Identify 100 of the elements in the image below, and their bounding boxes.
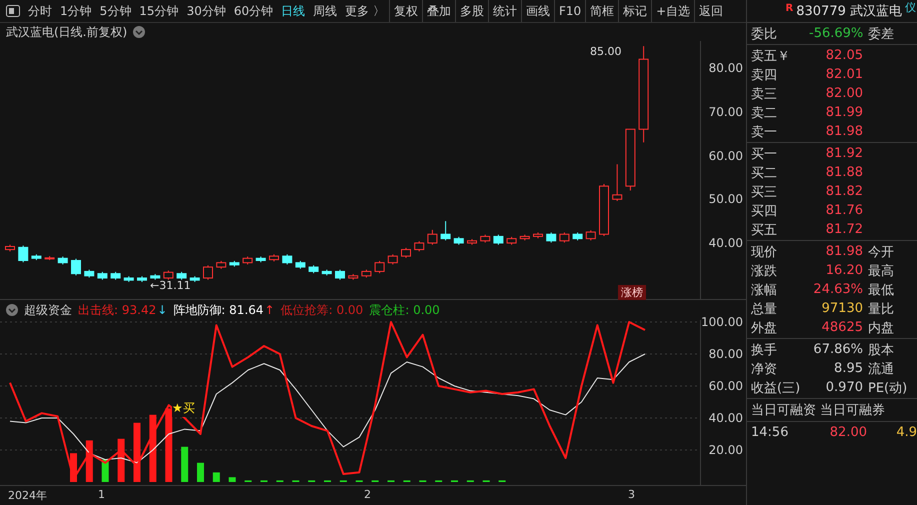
quote-label: 外盘 xyxy=(751,320,778,336)
limit-up-badge: 涨榜 xyxy=(618,285,646,300)
candle xyxy=(71,258,81,276)
candle xyxy=(546,232,556,244)
quote-value: 81.88 xyxy=(824,165,864,180)
candle xyxy=(374,260,385,274)
trade-volume: 4.9 xyxy=(895,424,917,440)
quote-label: 买三 xyxy=(751,184,778,200)
toolbar-button[interactable]: 统计 xyxy=(488,0,521,22)
toolbar-button[interactable]: 复权 xyxy=(388,0,422,22)
period-tab[interactable]: 日线 xyxy=(277,0,310,22)
quote-label: 涨跌 xyxy=(751,262,778,280)
quote-value: 81.82 xyxy=(824,184,864,199)
date-label: 2024年 xyxy=(8,488,47,503)
date-label: 3 xyxy=(628,488,635,501)
toolbar-button[interactable]: 画线 xyxy=(520,0,554,22)
quote-label: PE(动) xyxy=(867,380,908,396)
candle xyxy=(493,234,504,246)
candle xyxy=(256,256,266,263)
period-tab[interactable]: 30分钟 xyxy=(182,0,230,22)
quote-label: 涨幅 xyxy=(751,282,778,298)
arrow-icon: ↑ xyxy=(264,303,275,317)
dropdown-icon[interactable] xyxy=(6,304,18,316)
candle xyxy=(282,254,292,265)
candle xyxy=(124,276,134,282)
period-tab[interactable]: 1分钟 xyxy=(56,0,96,22)
bar xyxy=(149,414,156,482)
period-tab[interactable]: 60分钟 xyxy=(230,0,278,22)
axis-label: 60.00 xyxy=(708,379,743,393)
high-price-label: 85.00 xyxy=(590,45,622,58)
candle xyxy=(625,128,636,191)
quote-value: 8.95 xyxy=(833,361,864,376)
quote-label: 买二 xyxy=(751,164,778,182)
candle xyxy=(401,247,411,258)
legend-item: 低位抢筹: 0.00 xyxy=(280,302,364,318)
period-tab[interactable]: 15分钟 xyxy=(135,0,183,22)
axis-label: 80.00 xyxy=(708,61,743,75)
legend-item: 出击线: 93.42 xyxy=(78,302,156,318)
quote-label: 卖四 xyxy=(751,66,778,84)
toolbar-button[interactable]: 返回 xyxy=(694,0,728,22)
candle xyxy=(335,269,345,280)
margin-label: 当日可融券 xyxy=(820,402,885,419)
buy-signal-label: ★买 xyxy=(172,400,195,417)
period-tab[interactable]: 周线 xyxy=(309,0,342,22)
quote-label: 今开 xyxy=(867,244,895,260)
quote-label: 卖二 xyxy=(751,104,778,122)
dropdown-icon[interactable] xyxy=(133,26,146,38)
quote-label: 买一 xyxy=(751,146,778,162)
quote-label: 卖一 xyxy=(751,124,778,140)
quote-value: 81.98 xyxy=(824,244,864,259)
toolbar-button[interactable]: 标记 xyxy=(618,0,652,22)
candle xyxy=(308,264,319,274)
quote-value: 16.20 xyxy=(824,263,864,278)
toolbar-button[interactable]: 多股 xyxy=(454,0,488,22)
quote-value: 81.76 xyxy=(824,203,864,218)
candle xyxy=(229,260,240,268)
candle xyxy=(559,232,570,244)
date-label: 2 xyxy=(364,488,371,501)
bar xyxy=(181,446,188,482)
quote-label: 换手 xyxy=(751,342,778,358)
panel-icon[interactable] xyxy=(6,5,20,17)
candle xyxy=(440,220,451,241)
candle xyxy=(520,234,530,241)
period-tab[interactable]: 分时 xyxy=(24,0,56,22)
candle xyxy=(176,271,187,280)
quote-label: 最低 xyxy=(867,282,895,298)
quote-value: 67.86% xyxy=(812,342,864,357)
candle xyxy=(5,244,15,252)
date-label: 1 xyxy=(98,488,105,501)
candle xyxy=(58,256,68,265)
indicator-name: 超级资金 xyxy=(24,302,72,318)
candle xyxy=(84,269,94,278)
quote-value: 0.970 xyxy=(824,380,864,395)
quote-label: 最高 xyxy=(867,262,895,280)
period-tab[interactable]: 更多 〉 xyxy=(341,0,389,22)
quote-value: 97130 xyxy=(820,301,864,316)
toolbar-button[interactable]: 简框 xyxy=(585,0,618,22)
period-tab[interactable]: 5分钟 xyxy=(96,0,136,22)
chart-title: 武汉蓝电(日线.前复权) xyxy=(6,24,128,40)
quote-value: 81.92 xyxy=(824,146,864,161)
toolbar-button[interactable]: 叠加 xyxy=(422,0,455,22)
candle xyxy=(361,269,372,278)
bar xyxy=(86,440,93,482)
candle xyxy=(506,236,517,246)
quote-value: 82.00 xyxy=(824,86,864,101)
candle xyxy=(97,271,108,280)
candle xyxy=(533,232,543,239)
candle xyxy=(216,260,226,270)
quote-value: -56.69% xyxy=(809,26,864,41)
candle xyxy=(18,245,28,263)
toolbar-button[interactable]: +自选 xyxy=(651,0,694,22)
quote-label: 量比 xyxy=(867,300,895,318)
quote-value: 81.98 xyxy=(824,124,864,139)
legend-item: 震仓柱: 0.00 xyxy=(369,302,440,318)
trade-price: 82.00 xyxy=(828,424,867,440)
candle xyxy=(322,269,332,276)
toolbar-button[interactable]: F10 xyxy=(554,0,586,22)
candle xyxy=(427,229,438,246)
axis-label: 80.00 xyxy=(708,347,743,361)
quote-label: 买五 xyxy=(751,222,778,238)
